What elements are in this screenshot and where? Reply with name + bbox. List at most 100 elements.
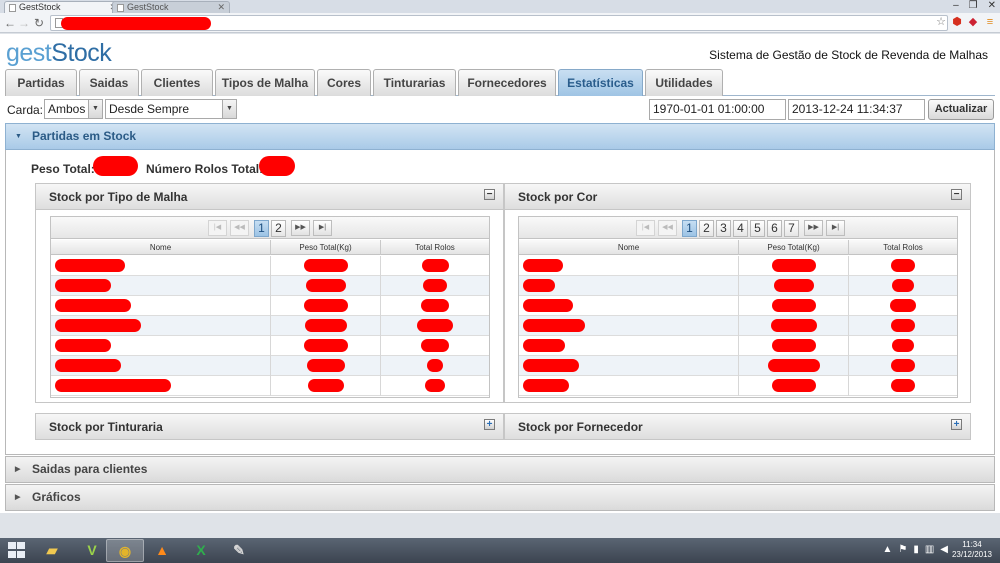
chevron-down-icon[interactable]: ▼ <box>88 100 102 118</box>
tab-utilidades[interactable]: Utilidades <box>645 69 723 96</box>
volume-icon[interactable]: ◀ <box>940 544 948 555</box>
windows-start-icon[interactable] <box>8 542 26 559</box>
redacted-value <box>523 279 555 292</box>
table-row[interactable] <box>519 376 957 396</box>
redacted-rolos-total <box>259 156 295 176</box>
power-icon[interactable]: ▮ <box>913 544 919 555</box>
next-page-icon[interactable]: ▶▶ <box>291 220 310 236</box>
table-row[interactable] <box>519 276 957 296</box>
reload-icon[interactable]: ↻ <box>33 16 45 30</box>
network-icon[interactable]: ▥ <box>925 544 934 555</box>
cell-nome <box>51 356 271 376</box>
last-page-icon[interactable]: ▶| <box>313 220 332 236</box>
table-row[interactable] <box>519 336 957 356</box>
tab-tinturarias[interactable]: Tinturarias <box>373 69 456 96</box>
next-page-icon[interactable]: ▶▶ <box>804 220 823 236</box>
period-select-value: Desde Sempre <box>109 102 190 116</box>
close-window-icon[interactable]: ✕ <box>988 0 996 12</box>
flag-icon[interactable]: ⚑ <box>898 544 907 555</box>
excel-icon[interactable]: X <box>182 539 220 562</box>
redacted-value <box>892 279 914 292</box>
page-button-7[interactable]: 7 <box>784 220 799 237</box>
section-title: Partidas em Stock <box>32 129 137 143</box>
table-row[interactable] <box>51 356 489 376</box>
minimize-icon[interactable]: – <box>953 0 959 12</box>
table-row[interactable] <box>51 316 489 336</box>
prev-page-icon[interactable]: ◀◀ <box>658 220 677 236</box>
col-nome[interactable]: Nome <box>51 240 271 255</box>
first-page-icon[interactable]: |◀ <box>636 220 655 236</box>
panel-stock-por-fornecedor[interactable]: Stock por Fornecedor + <box>504 413 971 440</box>
table-row[interactable] <box>51 336 489 356</box>
panel-title: Stock por Cor <box>518 190 598 204</box>
system-clock[interactable]: 11:34 23/12/2013 <box>950 540 994 560</box>
section-graficos[interactable]: ▶ Gráficos <box>5 484 995 511</box>
page-button-2[interactable]: 2 <box>699 220 714 237</box>
col-peso-total[interactable]: Peso Total(Kg) <box>739 240 849 255</box>
close-tab-icon[interactable]: ✕ <box>217 2 225 13</box>
col-total-rolos[interactable]: Total Rolos <box>849 240 957 255</box>
table-row[interactable] <box>51 376 489 396</box>
chevron-down-icon[interactable]: ▼ <box>222 100 236 118</box>
last-page-icon[interactable]: ▶| <box>826 220 845 236</box>
paint-icon[interactable]: ✎ <box>220 539 258 562</box>
tab-clientes[interactable]: Clientes <box>141 69 213 96</box>
page-button-5[interactable]: 5 <box>750 220 765 237</box>
browser-tab-geststock-active[interactable]: GestStock ✕ <box>4 1 122 13</box>
chrome-icon[interactable]: ◉ <box>106 539 144 562</box>
expand-icon[interactable]: + <box>484 419 495 430</box>
collapse-icon[interactable]: − <box>951 189 962 200</box>
prev-page-icon[interactable]: ◀◀ <box>230 220 249 236</box>
tab-saidas[interactable]: Saidas <box>79 69 139 96</box>
forward-icon[interactable]: → <box>18 16 30 30</box>
page-button-2[interactable]: 2 <box>271 220 286 237</box>
refresh-button[interactable]: Actualizar <box>928 99 994 120</box>
redacted-value <box>423 279 447 292</box>
collapse-icon[interactable]: − <box>484 189 495 200</box>
tab-cores[interactable]: Cores <box>317 69 371 96</box>
page-button-6[interactable]: 6 <box>767 220 782 237</box>
table-row[interactable] <box>519 296 957 316</box>
extension-icon[interactable]: ◆ <box>967 16 979 28</box>
file-explorer-icon[interactable]: ▰ <box>33 539 71 562</box>
cell-total-rolos <box>849 356 957 376</box>
star-icon[interactable]: ☆ <box>935 16 947 28</box>
table-row[interactable] <box>51 296 489 316</box>
col-total-rolos[interactable]: Total Rolos <box>381 240 489 255</box>
page-button-4[interactable]: 4 <box>733 220 748 237</box>
tab-partidas[interactable]: Partidas <box>5 69 77 96</box>
table-row[interactable] <box>519 356 957 376</box>
back-icon[interactable]: ← <box>4 16 16 30</box>
menu-icon[interactable]: ≡ <box>984 16 996 28</box>
tab-estatisticas[interactable]: Estatísticas <box>558 69 643 96</box>
section-partidas-em-stock[interactable]: ▼ Partidas em Stock <box>5 123 995 150</box>
redacted-value <box>891 259 915 272</box>
page-button-3[interactable]: 3 <box>716 220 731 237</box>
col-nome[interactable]: Nome <box>519 240 739 255</box>
table-row[interactable] <box>519 316 957 336</box>
section-saidas-para-clientes[interactable]: ▶ Saidas para clientes <box>5 456 995 483</box>
tab-fornecedores[interactable]: Fornecedores <box>458 69 556 96</box>
carda-select[interactable]: Ambos ▼ <box>44 99 103 119</box>
tab-tipos-de-malha[interactable]: Tipos de Malha <box>215 69 315 96</box>
table-row[interactable] <box>519 256 957 276</box>
table-row[interactable] <box>51 256 489 276</box>
date-from-input[interactable]: 1970-01-01 01:00:00 <box>649 99 786 120</box>
browser-tab-geststock[interactable]: GestStock ✕ <box>112 1 230 13</box>
table-row[interactable] <box>51 276 489 296</box>
cell-total-rolos <box>849 376 957 396</box>
expand-icon[interactable]: + <box>951 419 962 430</box>
address-bar[interactable] <box>50 15 948 31</box>
tray-arrow-icon[interactable]: ▲ <box>882 544 892 555</box>
col-peso-total[interactable]: Peso Total(Kg) <box>271 240 381 255</box>
date-to-input[interactable]: 2013-12-24 11:34:37 <box>788 99 925 120</box>
adblock-icon[interactable]: ⬢ <box>951 16 963 28</box>
cell-total-rolos <box>849 336 957 356</box>
period-select[interactable]: Desde Sempre ▼ <box>105 99 237 119</box>
panel-stock-por-tinturaria[interactable]: Stock por Tinturaria + <box>35 413 504 440</box>
vlc-icon[interactable]: ▲ <box>143 539 181 562</box>
first-page-icon[interactable]: |◀ <box>208 220 227 236</box>
maximize-icon[interactable]: ❐ <box>969 0 978 12</box>
page-button-1[interactable]: 1 <box>682 220 697 237</box>
page-button-1[interactable]: 1 <box>254 220 269 237</box>
